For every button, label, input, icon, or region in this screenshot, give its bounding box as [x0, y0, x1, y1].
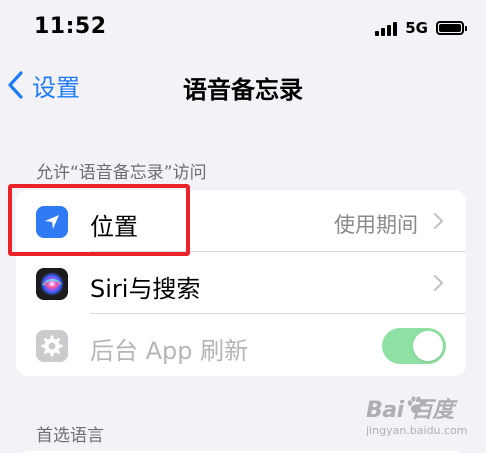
- location-arrow-icon: [36, 206, 68, 238]
- watermark-url: jingyan.baidu.com: [366, 424, 468, 437]
- access-settings-group: 位置 使用期间 Siri与搜索 后台 App 刷新: [16, 190, 466, 376]
- location-value: 使用期间: [334, 213, 418, 237]
- siri-search-row[interactable]: Siri与搜索: [16, 252, 466, 314]
- baidu-watermark: Bai 百度 jingyan.baidu.com: [366, 392, 468, 444]
- network-type: 5G: [405, 19, 428, 37]
- status-bar: 11:52 5G: [0, 0, 486, 60]
- background-refresh-label: 后台 App 刷新: [90, 337, 249, 365]
- paw-icon: [407, 396, 425, 414]
- location-row[interactable]: 位置 使用期间: [16, 190, 466, 252]
- chevron-right-icon: [433, 274, 444, 292]
- section-header-language: 首选语言: [36, 426, 104, 446]
- gear-icon: [36, 330, 68, 362]
- battery-full-icon: [436, 21, 467, 35]
- section-header-access: 允许“语音备忘录”访问: [36, 163, 207, 183]
- status-indicators: 5G: [375, 18, 467, 38]
- background-refresh-row: 后台 App 刷新: [16, 314, 466, 376]
- navigation-bar: 设置 语音备忘录: [0, 60, 486, 110]
- toggle-knob: [413, 331, 443, 361]
- page-title: 语音备忘录: [183, 76, 303, 104]
- cellular-signal-icon: [375, 20, 398, 36]
- chevron-right-icon: [433, 212, 444, 230]
- siri-icon: [36, 268, 68, 300]
- background-refresh-toggle[interactable]: [382, 328, 446, 364]
- siri-search-label: Siri与搜索: [90, 275, 201, 303]
- status-time: 11:52: [34, 14, 107, 39]
- location-label: 位置: [90, 213, 138, 241]
